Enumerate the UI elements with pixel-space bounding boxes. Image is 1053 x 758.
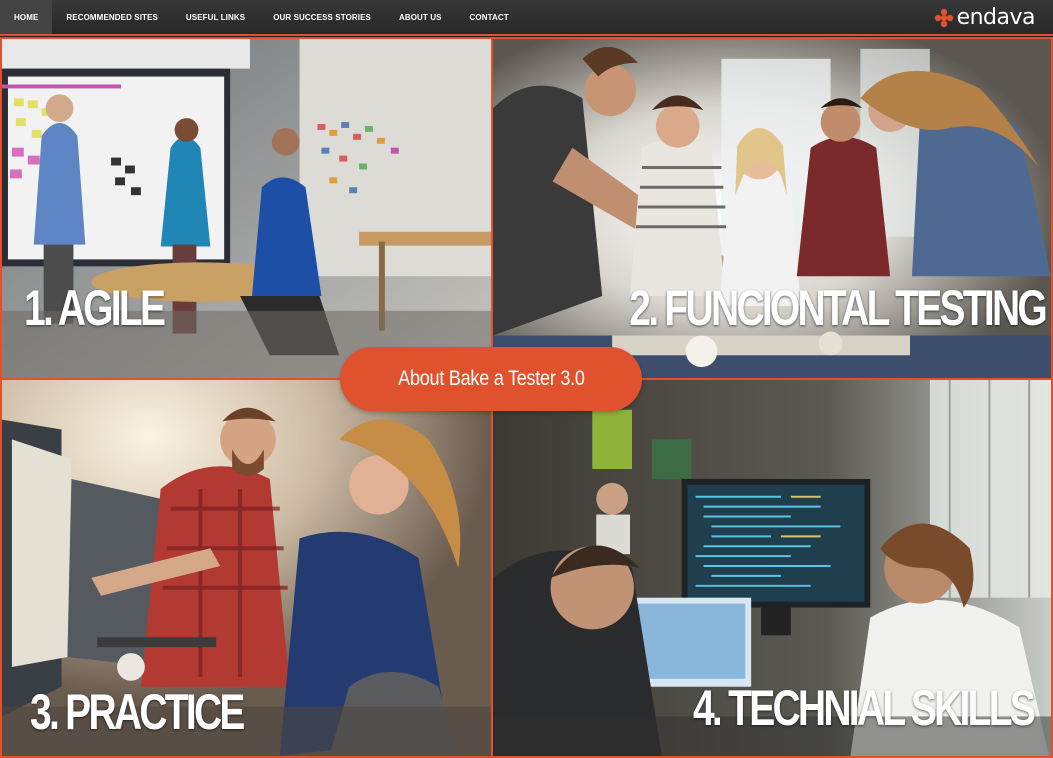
panel-technical-skills[interactable]: 4. TECHNIAL SKILLS	[491, 378, 1053, 758]
nav-item-home[interactable]: HOME	[0, 0, 53, 34]
endava-logo[interactable]: endava	[934, 5, 1036, 31]
top-navbar: HOME RECOMMENDED SITES USEFUL LINKS OUR …	[0, 0, 1053, 36]
nav-item-useful-links[interactable]: USEFUL LINKS	[172, 0, 259, 34]
panel-title-technical-skills: 4. TECHNIAL SKILLS	[692, 680, 1036, 736]
endava-dots-icon	[934, 8, 953, 28]
about-button-label: About Bake a Tester 3.0	[397, 367, 585, 390]
nav-item-recommended-sites[interactable]: RECOMMENDED SITES	[52, 0, 172, 34]
nav-item-success-stories[interactable]: OUR SUCCESS STORIES	[259, 0, 385, 34]
nav-item-contact[interactable]: CONTACT	[456, 0, 523, 34]
panel-agile[interactable]: 1. AGILE	[0, 37, 493, 380]
nav-item-about-us[interactable]: ABOUT US	[385, 0, 456, 34]
panel-title-practice: 3. PRACTICE	[30, 684, 245, 740]
about-bake-a-tester-button[interactable]: About Bake a Tester 3.0	[340, 347, 642, 411]
logo-text: endava	[956, 5, 1036, 30]
panel-practice[interactable]: 3. PRACTICE	[0, 378, 493, 758]
page: HOME RECOMMENDED SITES USEFUL LINKS OUR …	[0, 0, 1053, 758]
panel-functional-testing[interactable]: 2. FUNCIONTAL TESTING	[491, 37, 1053, 380]
panel-title-functional-testing: 2. FUNCIONTAL TESTING	[629, 280, 1047, 336]
panel-title-agile: 1. AGILE	[24, 280, 166, 336]
nav-menu: HOME RECOMMENDED SITES USEFUL LINKS OUR …	[0, 0, 523, 34]
